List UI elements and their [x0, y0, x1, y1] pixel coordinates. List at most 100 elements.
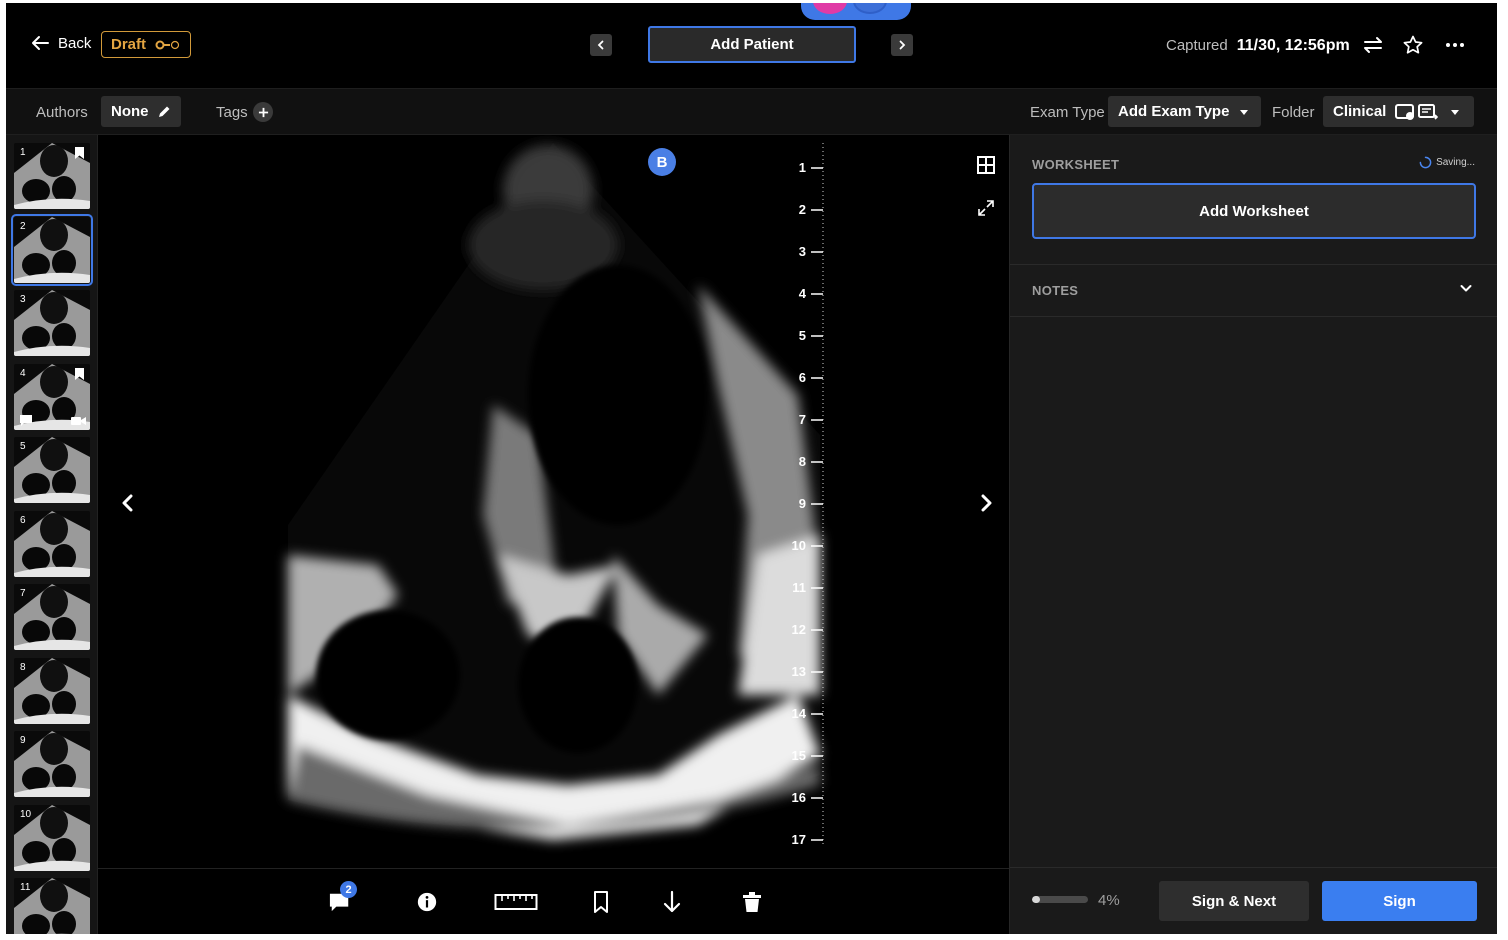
sign-and-next-button[interactable]: Sign & Next — [1159, 881, 1309, 921]
bookmark-icon — [75, 147, 84, 159]
clip-number: 11 — [20, 882, 31, 893]
draft-label: Draft — [111, 36, 147, 53]
ruler-label: 9 — [798, 496, 806, 511]
clip-thumbnail[interactable]: 11 — [14, 878, 90, 934]
next-exam-button[interactable] — [891, 34, 913, 56]
authors-label: Authors — [36, 104, 88, 121]
viewer-toolbar: 2 — [98, 868, 1009, 934]
ruler-label: 1 — [798, 160, 806, 175]
clip-number: 1 — [20, 147, 26, 158]
chevron-down-icon[interactable] — [1459, 281, 1473, 295]
caret-down-icon — [1240, 109, 1249, 115]
back-label: Back — [58, 34, 92, 52]
section-divider — [1010, 316, 1497, 317]
worksheet-section-title: WORKSHEET — [1032, 157, 1120, 172]
chevron-left-icon — [597, 40, 604, 50]
tags-label: Tags — [216, 104, 248, 121]
download-icon — [663, 890, 681, 913]
echo-scan-image — [288, 143, 824, 845]
previous-clip-arrow-icon[interactable] — [118, 492, 138, 514]
clip-thumbnail[interactable]: 9 — [14, 731, 90, 797]
comments-button[interactable]: 2 — [326, 881, 357, 915]
clip-thumbnail[interactable]: 5 — [14, 437, 90, 503]
top-bar: Back Draft Add Patient Captured 11/30, 1… — [6, 3, 1497, 89]
authors-selector[interactable]: None — [101, 96, 181, 127]
swap-arrows-icon[interactable] — [1362, 34, 1384, 56]
ruler-label: 8 — [798, 454, 806, 469]
bookmark-icon — [75, 367, 84, 380]
app-window: Back Draft Add Patient Captured 11/30, 1… — [6, 3, 1497, 934]
exam-type-label: Exam Type — [1030, 104, 1105, 121]
trash-icon — [743, 892, 761, 912]
back-button[interactable]: Back — [30, 33, 91, 53]
add-worksheet-button[interactable]: Add Worksheet — [1032, 183, 1476, 239]
delete-button[interactable] — [740, 889, 764, 915]
clip-thumbnail[interactable]: 2 — [11, 213, 93, 286]
next-clip-arrow-icon[interactable] — [976, 492, 996, 514]
notes-section-title[interactable]: NOTES — [1032, 283, 1078, 298]
download-button[interactable] — [660, 889, 684, 915]
exam-type-dropdown[interactable]: Add Exam Type — [1108, 96, 1262, 127]
ruler-label: 7 — [798, 412, 806, 427]
captured-label: Captured — [1166, 37, 1228, 54]
measure-button[interactable] — [494, 889, 538, 915]
info-icon — [417, 892, 437, 912]
add-patient-button[interactable]: Add Patient — [648, 26, 856, 63]
collaborator-avatars[interactable] — [801, 3, 911, 20]
ruler-icon — [494, 894, 538, 910]
clip-number: 10 — [20, 808, 32, 820]
completion-percent: 4% — [1098, 892, 1120, 909]
ruler-label: 13 — [791, 664, 806, 679]
caret-down-icon — [1451, 109, 1460, 115]
video-icon — [71, 416, 86, 425]
report-side-panel: WORKSHEET Saving... Add Worksheet NOTES … — [1009, 135, 1497, 934]
clip-thumbnail[interactable]: 6 — [14, 510, 90, 577]
saving-label: Saving... — [1436, 157, 1475, 168]
view-b-badge[interactable]: B — [648, 148, 676, 176]
more-options-icon[interactable] — [1444, 34, 1466, 56]
info-button[interactable] — [414, 889, 440, 915]
completion-progress-bar — [1032, 896, 1088, 903]
ruler-label: 6 — [798, 370, 806, 385]
clip-thumbnail[interactable]: 10 — [14, 804, 90, 871]
captured-info: Captured 11/30, 12:56pm — [1166, 37, 1350, 55]
toggle-icon — [155, 40, 180, 49]
clip-thumbnail[interactable]: 1 — [14, 143, 90, 209]
echo-image-viewer[interactable]: B 1 2 3 4 5 6 7 8 9 10 11 12 13 14 15 16 17 — [98, 135, 1009, 868]
exam-type-value: Add Exam Type — [1118, 103, 1230, 120]
avatar — [813, 3, 847, 14]
comment-icon — [20, 414, 32, 426]
ruler-label: 12 — [791, 622, 806, 637]
bookmark-button[interactable] — [590, 889, 612, 915]
fullscreen-icon[interactable] — [976, 198, 996, 218]
ruler-label: 17 — [791, 832, 806, 847]
clip-number: 9 — [20, 735, 26, 746]
grid-layout-icon[interactable] — [976, 155, 996, 175]
draft-status-badge[interactable]: Draft — [101, 31, 192, 58]
section-divider — [1010, 264, 1497, 265]
clip-thumbnail[interactable]: 8 — [14, 657, 90, 724]
folder-dropdown[interactable]: Clinical — [1323, 96, 1475, 127]
star-icon[interactable] — [1402, 34, 1424, 56]
clip-number: 8 — [20, 661, 26, 673]
folder-value: Clinical — [1333, 103, 1387, 120]
previous-exam-button[interactable] — [590, 34, 612, 56]
ruler-label: 5 — [798, 328, 806, 343]
clip-thumbnail[interactable]: 3 — [14, 290, 90, 356]
bookmark-icon — [594, 891, 608, 913]
clip-thumbnail[interactable]: 4 — [14, 363, 90, 430]
ruler-label: 15 — [791, 748, 806, 763]
clip-thumbnail[interactable]: 7 — [14, 584, 90, 650]
sign-button[interactable]: Sign — [1322, 881, 1477, 921]
clip-number: 2 — [20, 220, 26, 232]
ruler-label: 16 — [791, 790, 806, 805]
arrow-left-icon — [32, 36, 49, 50]
clip-number: 7 — [20, 588, 26, 599]
chevron-right-icon — [899, 40, 906, 50]
clip-thumbnail-list: 1 2 3 4 5 6 7 8 9 10 11 — [6, 135, 98, 934]
footer-divider — [1010, 867, 1497, 868]
add-tag-button[interactable] — [253, 102, 273, 122]
captured-timestamp: 11/30, 12:56pm — [1236, 37, 1350, 54]
folder-share-icon — [1395, 103, 1439, 120]
ruler-label: 14 — [791, 706, 806, 721]
